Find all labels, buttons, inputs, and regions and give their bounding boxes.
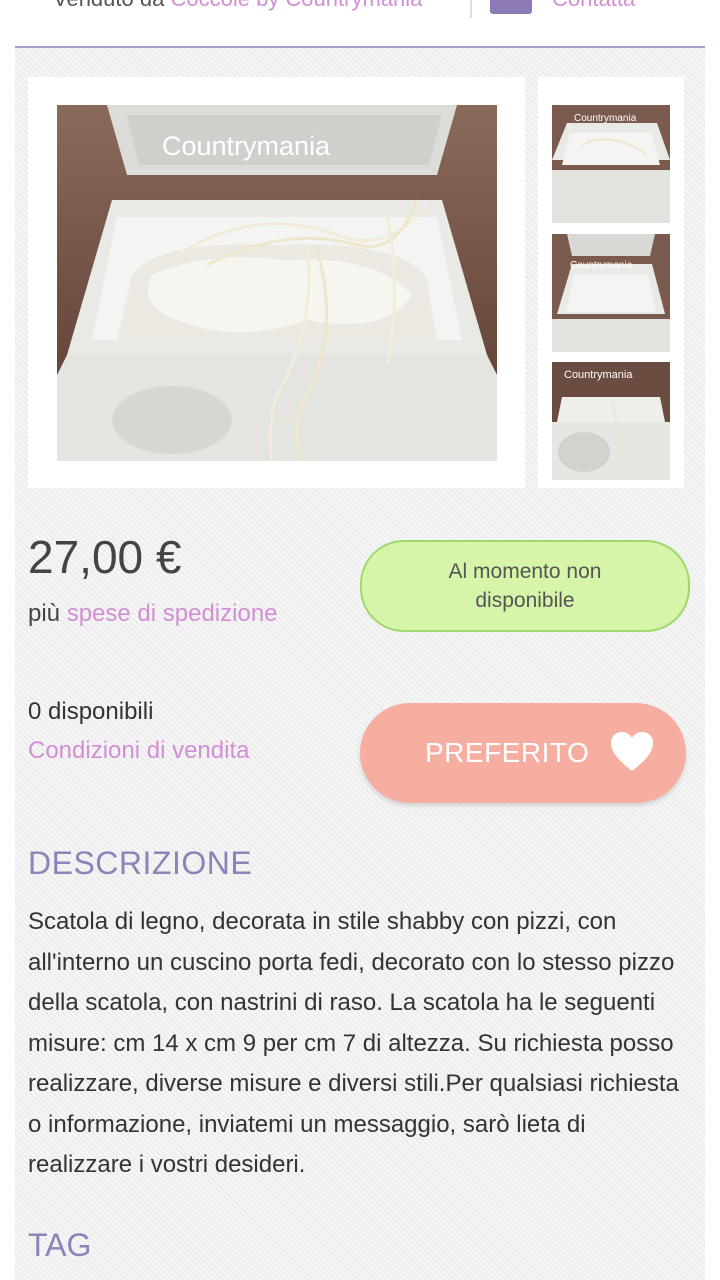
- main-product-image[interactable]: Countrymania: [57, 105, 497, 461]
- thumbnail-strip: Countrymania Countrymania Countrymania: [538, 77, 684, 488]
- heart-icon: [611, 732, 653, 771]
- divider: [470, 0, 472, 18]
- description-text: Scatola di legno, decorata in stile shab…: [28, 908, 679, 1178]
- terms-of-sale-link[interactable]: Condizioni di vendita: [28, 737, 249, 765]
- favorite-button-label: PREFERITO: [425, 737, 590, 768]
- shipping-prefix: più: [28, 600, 61, 627]
- shipping-info: più spese di spedizione: [28, 600, 278, 628]
- thumbnail-3[interactable]: Countrymania: [552, 362, 670, 480]
- thumbnail-2[interactable]: Countrymania: [552, 234, 670, 352]
- thumbnail-1[interactable]: Countrymania: [552, 105, 670, 223]
- availability-button[interactable]: Al momento non disponibile: [360, 540, 690, 632]
- favorite-button[interactable]: PREFERITO: [360, 703, 686, 803]
- quantity-available: 0 disponibili: [28, 698, 154, 725]
- price: 27,00 €: [28, 531, 182, 583]
- shipping-costs-link[interactable]: spese di spedizione: [67, 600, 278, 627]
- thumbnail-1-watermark: Countrymania: [574, 113, 637, 124]
- main-image-watermark: Countrymania: [162, 131, 331, 161]
- availability-button-label: Al momento non disponibile: [448, 560, 602, 612]
- main-image-frame: Countrymania: [28, 77, 525, 488]
- thumbnail-3-watermark: Countrymania: [564, 369, 633, 381]
- tags-heading: TAG: [28, 1227, 92, 1263]
- contact-link[interactable]: Contatta: [552, 0, 635, 12]
- product-page: Venduto da Coccole by Countrymania Conta…: [15, 0, 705, 1280]
- shop-name-link[interactable]: Coccole by Countrymania: [170, 0, 422, 11]
- seller-bar: Venduto da Coccole by Countrymania Conta…: [15, 0, 705, 48]
- sold-by: Venduto da Coccole by Countrymania: [53, 0, 422, 12]
- envelope-icon[interactable]: [490, 0, 532, 14]
- thumbnail-2-watermark: Countrymania: [570, 260, 633, 271]
- sold-by-prefix: Venduto da: [53, 0, 164, 11]
- description-heading: DESCRIZIONE: [28, 845, 253, 881]
